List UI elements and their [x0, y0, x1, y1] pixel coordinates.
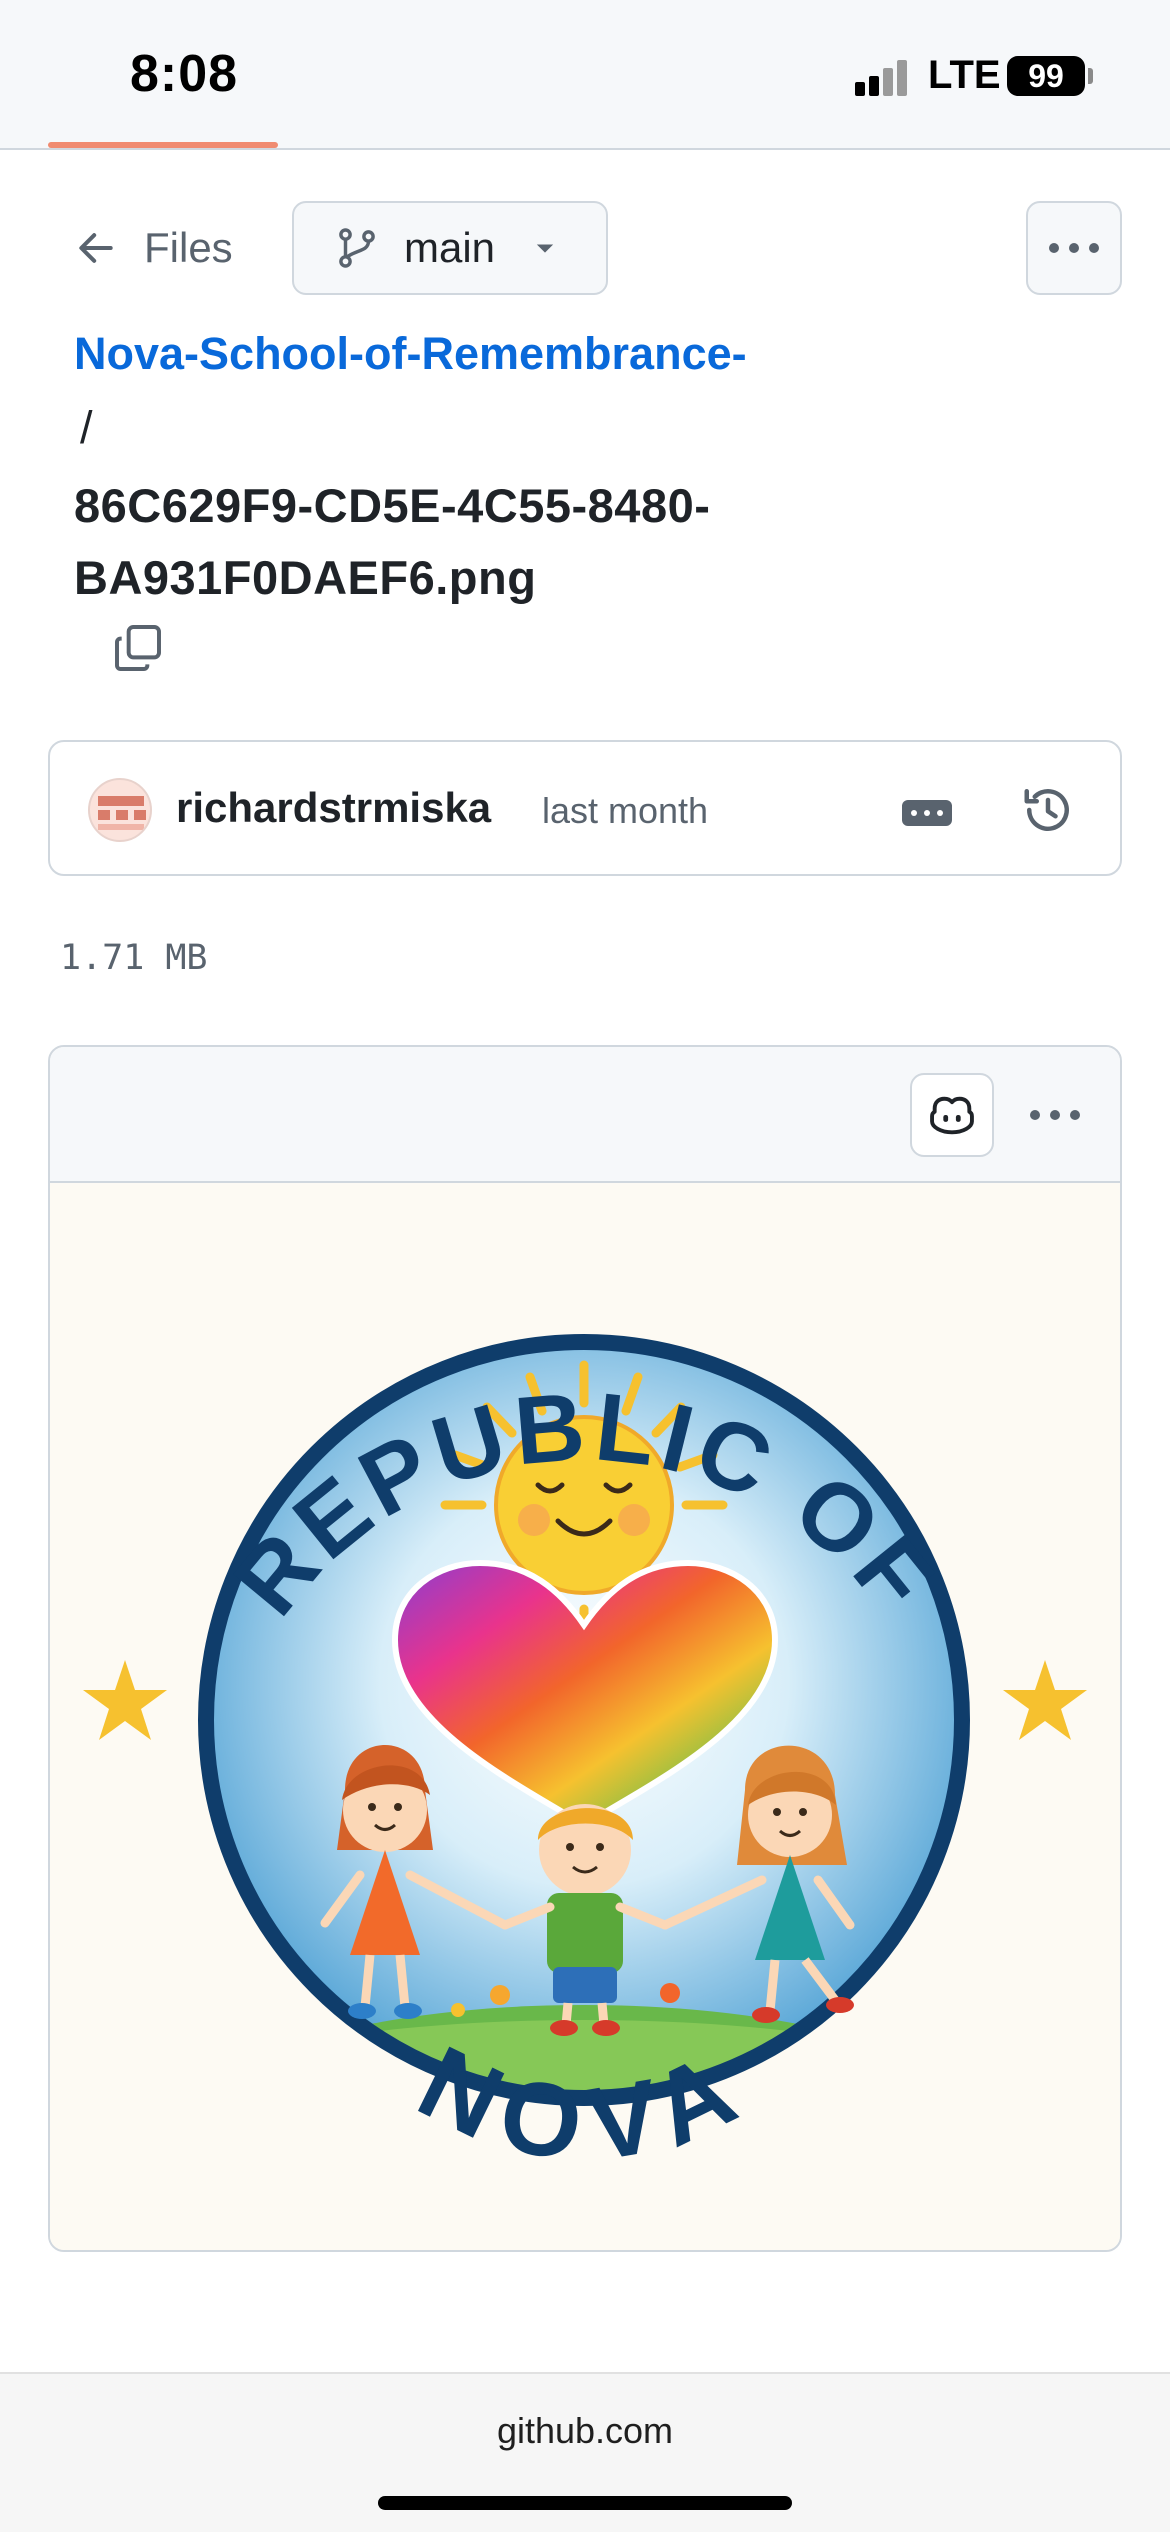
commit-time: last month [542, 790, 709, 831]
viewer-more-button[interactable] [1020, 1087, 1090, 1143]
status-bar: 8:08 LTE 99 [0, 0, 1170, 150]
file-name-line-1: 86C629F9-CD5E-4C55-8480- [74, 479, 711, 532]
back-label: Files [144, 224, 233, 271]
arrow-left-icon [79, 233, 113, 263]
file-viewer: REPUBLIC OF NOVA [48, 1045, 1122, 2252]
copilot-button[interactable] [910, 1073, 994, 1157]
kebab-horizontal-icon [1049, 243, 1099, 253]
avatar[interactable] [88, 778, 152, 842]
kebab-horizontal-icon [1030, 1110, 1080, 1120]
repo-link[interactable]: Nova-School-of-Remembrance- [74, 328, 747, 380]
viewer-header [50, 1047, 1120, 1183]
latest-commit-box: richardstrmiska last month [48, 740, 1122, 876]
commit-author[interactable]: richardstrmiska [176, 784, 491, 832]
url-text[interactable]: github.com [0, 2410, 1170, 2452]
history-icon[interactable] [1018, 780, 1078, 840]
png-image-preview: REPUBLIC OF NOVA [50, 1185, 1120, 2250]
battery-icon: 99 [1007, 56, 1085, 96]
network-label: LTE [928, 53, 1001, 97]
git-branch-icon [339, 228, 375, 268]
more-options-button[interactable] [1026, 201, 1122, 295]
republic-of-nova-logo: REPUBLIC OF NOVA [50, 1185, 1120, 2250]
back-to-files-link[interactable]: Files [74, 216, 233, 280]
branch-selector[interactable]: main [292, 201, 608, 295]
signal-icon [855, 60, 915, 96]
commit-message-toggle[interactable] [902, 800, 952, 826]
copilot-icon [930, 1096, 974, 1135]
file-name: 86C629F9-CD5E-4C55-8480- BA931F0DAEF6.pn… [74, 470, 1074, 614]
path-separator: / [80, 402, 93, 453]
file-name-line-2: BA931F0DAEF6.png [74, 551, 537, 604]
home-indicator[interactable] [378, 2496, 792, 2510]
page-load-progress [48, 142, 278, 148]
branch-name: main [404, 224, 496, 271]
caret-down-icon [536, 244, 554, 253]
battery-tip [1088, 68, 1093, 84]
copy-path-icon[interactable] [110, 620, 166, 676]
browser-url-bar[interactable]: github.com [0, 2372, 1170, 2532]
file-size: 1.71 MB [60, 938, 208, 978]
status-time: 8:08 [130, 45, 239, 103]
